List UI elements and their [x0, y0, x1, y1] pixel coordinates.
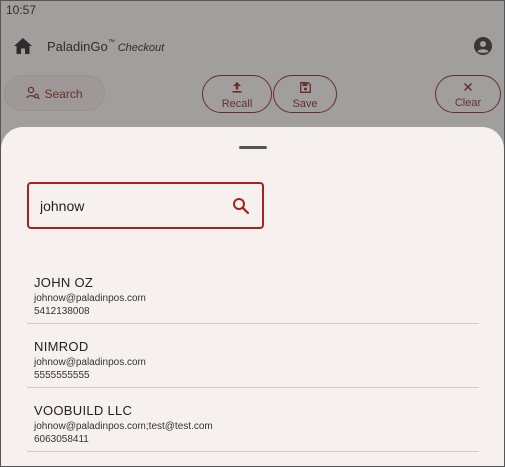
customer-phone: 6063058411	[34, 434, 89, 445]
customer-result-item[interactable]: NIMROD johnow@paladinpos.com 5555555555	[27, 324, 479, 388]
customer-phone: 5412138008	[34, 306, 90, 317]
customer-search-sheet: JOHN OZ johnow@paladinpos.com 5412138008…	[1, 127, 504, 467]
customer-email: johnow@paladinpos.com	[34, 357, 146, 368]
customer-name: NIMROD	[34, 339, 89, 354]
customer-email: johnow@paladinpos.com	[34, 293, 146, 304]
customer-email: johnow@paladinpos.com;test@test.com	[34, 421, 213, 432]
drag-handle[interactable]	[239, 146, 267, 149]
customer-name: VOOBUILD LLC	[34, 403, 133, 418]
customer-phone: 5555555555	[34, 370, 90, 381]
customer-search-input[interactable]	[40, 196, 220, 216]
customer-result-item[interactable]: VOOBUILD LLC johnow@paladinpos.com;test@…	[27, 388, 479, 452]
customer-results-list: JOHN OZ johnow@paladinpos.com 5412138008…	[27, 260, 479, 452]
search-icon[interactable]	[232, 197, 250, 215]
customer-result-item[interactable]: JOHN OZ johnow@paladinpos.com 5412138008	[27, 260, 479, 324]
customer-name: JOHN OZ	[34, 275, 94, 290]
customer-search-field[interactable]	[27, 182, 264, 229]
